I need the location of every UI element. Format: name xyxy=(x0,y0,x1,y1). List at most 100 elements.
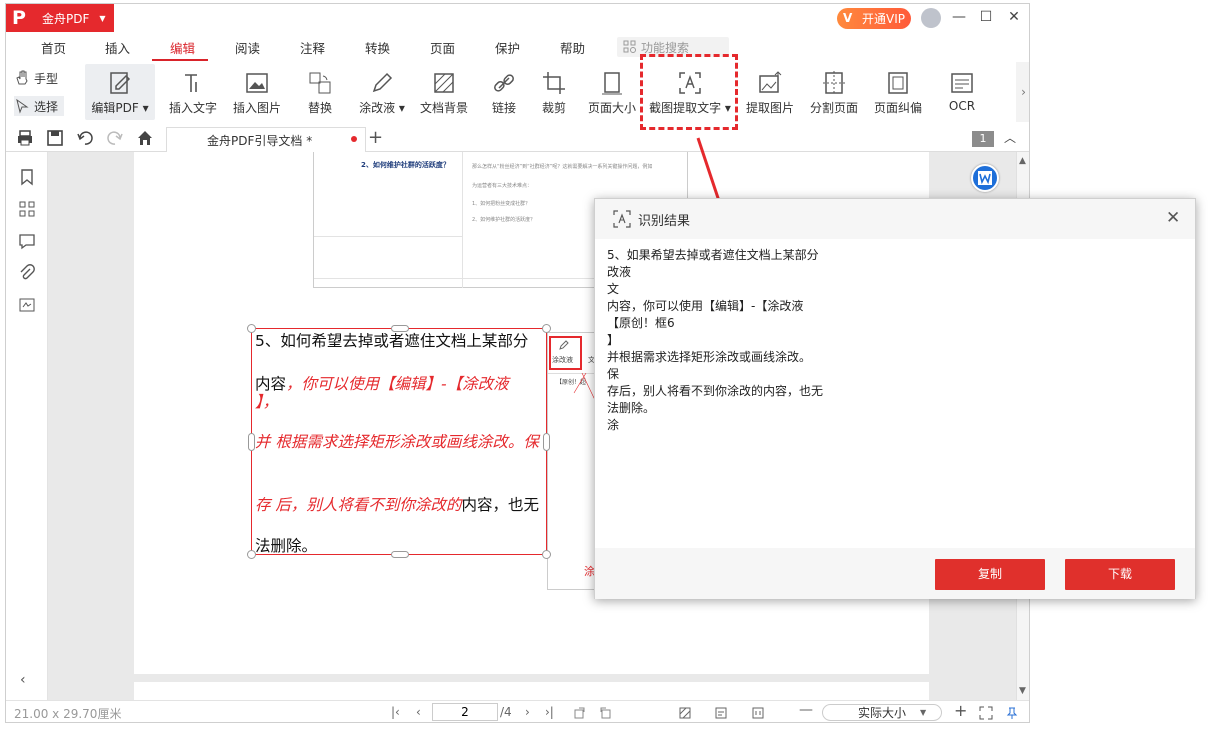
box-line-5-red: 存 后，别人将看不到你涂改的 xyxy=(255,496,462,514)
download-button[interactable]: 下载 xyxy=(1065,559,1175,590)
comment-icon[interactable] xyxy=(18,232,36,250)
deskew-button[interactable]: 页面纠偏 xyxy=(872,64,924,120)
collapse-icon[interactable]: ︿ xyxy=(1004,129,1016,146)
user-avatar-icon[interactable] xyxy=(921,8,941,28)
ocr-button[interactable]: OCR xyxy=(944,64,980,120)
last-page-icon[interactable]: ›| xyxy=(545,705,554,719)
result-line: 法删除。 xyxy=(607,401,656,415)
menu-help[interactable]: 帮助 xyxy=(560,38,585,57)
resize-handle-r[interactable] xyxy=(543,433,550,451)
result-line: 涂 xyxy=(607,418,620,432)
attachment-icon[interactable] xyxy=(18,264,36,282)
box-line-2: 内容，你可以使用【编辑】-【涂改液 xyxy=(255,372,509,394)
maximize-icon[interactable]: ☐ xyxy=(978,9,994,25)
menu-page[interactable]: 页面 xyxy=(430,38,455,57)
menu-insert[interactable]: 插入 xyxy=(105,38,130,57)
edit-pdf-button[interactable]: 编辑PDF ▾ xyxy=(85,64,155,120)
pen-icon xyxy=(372,72,393,93)
rotate-right-icon[interactable] xyxy=(598,706,612,720)
menu-read[interactable]: 阅读 xyxy=(235,38,260,57)
app-menu-button[interactable]: P 金舟PDF ▼ xyxy=(6,4,114,32)
page-size-button[interactable]: 页面大小 xyxy=(586,64,638,120)
menu-edit[interactable]: 编辑 xyxy=(170,38,195,57)
crop-icon xyxy=(543,72,565,94)
first-page-icon[interactable]: |‹ xyxy=(391,705,400,719)
print-icon[interactable] xyxy=(16,129,34,147)
resize-handle-b[interactable] xyxy=(391,551,409,558)
link-button[interactable]: 链接 xyxy=(486,64,522,120)
fullscreen-icon[interactable] xyxy=(979,706,993,720)
menu-convert[interactable]: 转换 xyxy=(365,38,390,57)
box-line-2-red: ，你可以使用【编辑】-【涂改液 xyxy=(286,375,509,393)
pin-icon[interactable] xyxy=(1005,706,1019,720)
split-page-button[interactable]: 分割页面 xyxy=(808,64,860,120)
page-size-icon xyxy=(602,72,622,95)
copy-button[interactable]: 复制 xyxy=(935,559,1045,590)
scroll-up-icon[interactable]: ▲ xyxy=(1019,156,1026,166)
dialog-close-icon[interactable]: ✕ xyxy=(1166,208,1180,228)
insert-text-button[interactable]: 插入文字 xyxy=(166,64,220,120)
embedded-para-1: 那么怎样从“粉丝经济”到“社群经济”呢？这就需要解决一系列关键操作问题，例如 xyxy=(472,164,653,170)
selected-text-box[interactable]: 5、如何希望去掉或者遮住文档上某部分 内容，你可以使用【编辑】-【涂改液 】， … xyxy=(247,324,551,559)
select-mode-button[interactable]: 选择 xyxy=(14,96,65,116)
resize-handle-bl[interactable] xyxy=(247,550,256,559)
edit-pdf-label: 编辑PDF xyxy=(91,101,139,115)
recognition-result-dialog: 识别结果 ✕ 5、如果希望去掉或者遮住文档上某部分 改液 文 内容，你可以使用【… xyxy=(594,198,1196,599)
thumbnails-icon[interactable] xyxy=(18,200,36,218)
minimize-icon[interactable]: — xyxy=(951,9,967,25)
toolbar-scroll-right-icon[interactable]: › xyxy=(1016,62,1029,122)
embedded-para-2: 为运营者有三大技术难点： xyxy=(472,183,533,189)
crop-button[interactable]: 裁剪 xyxy=(536,64,572,120)
whiteout-button[interactable]: 涂改液 ▾ xyxy=(356,64,408,120)
fit-page-icon[interactable] xyxy=(751,706,765,720)
save-icon[interactable] xyxy=(46,129,64,147)
zoom-select[interactable]: 实际大小 ▼ xyxy=(822,704,942,721)
resize-handle-br[interactable] xyxy=(542,550,551,559)
page-number-input[interactable] xyxy=(432,703,498,721)
rotate-left-icon[interactable] xyxy=(573,706,587,720)
resize-handle-tr[interactable] xyxy=(542,324,551,333)
split-page-icon xyxy=(823,71,845,95)
fill-mode-icon[interactable] xyxy=(678,706,692,720)
doc-background-label: 文档背景 xyxy=(419,101,468,115)
bookmark-icon[interactable] xyxy=(18,168,36,186)
close-icon[interactable]: ✕ xyxy=(1006,9,1022,25)
scroll-down-icon[interactable]: ▼ xyxy=(1019,686,1026,696)
zoom-in-icon[interactable]: + xyxy=(954,701,967,720)
page-dimensions: 21.00 x 29.70厘米 xyxy=(14,707,122,721)
next-page-icon[interactable]: › xyxy=(525,705,530,719)
undo-icon[interactable] xyxy=(76,129,94,147)
document-tab[interactable]: 金舟PDF引导文档 * xyxy=(166,127,366,153)
page-layout-icon[interactable] xyxy=(714,706,728,720)
replace-label: 替换 xyxy=(307,101,332,115)
extract-image-button[interactable]: 提取图片 xyxy=(744,64,796,120)
active-menu-indicator xyxy=(152,59,208,61)
insert-image-button[interactable]: 插入图片 xyxy=(230,64,284,120)
background-icon xyxy=(434,73,454,93)
title-bar: P 金舟PDF ▼ V 开通VIP — ☐ ✕ xyxy=(6,4,1029,34)
home-icon[interactable] xyxy=(136,129,154,147)
recognized-text-area[interactable]: 5、如果希望去掉或者遮住文档上某部分 改液 文 内容，你可以使用【编辑】-【涂改… xyxy=(607,247,1187,434)
sidebar-collapse-icon[interactable]: ‹ xyxy=(20,672,26,688)
result-line: 并根据需求选择矩形涂改或画线涂改。 xyxy=(607,350,812,364)
zoom-out-icon[interactable]: — xyxy=(799,702,813,718)
doc-background-button[interactable]: 文档背景 xyxy=(418,64,470,120)
vip-button[interactable]: V 开通VIP xyxy=(837,8,911,29)
menu-annotate[interactable]: 注释 xyxy=(300,38,325,57)
signature-icon[interactable] xyxy=(18,296,36,314)
word-convert-icon[interactable] xyxy=(971,164,999,192)
cursor-icon xyxy=(16,98,29,114)
resize-handle-l[interactable] xyxy=(248,433,255,451)
replace-icon xyxy=(309,72,331,94)
menu-home[interactable]: 首页 xyxy=(41,38,66,57)
prev-page-icon[interactable]: ‹ xyxy=(416,705,421,719)
hand-mode-button[interactable]: 手型 xyxy=(14,68,58,88)
edit-toolbar: 手型 选择 编辑PDF ▾ 插入文字 插入图片 替换 涂改液 ▾ 文档背景 链接… xyxy=(6,62,1029,122)
redo-icon[interactable] xyxy=(106,129,124,147)
resize-handle-t[interactable] xyxy=(391,325,409,332)
status-bar: 21.00 x 29.70厘米 |‹ ‹ /4 › ›| — 实际大小 ▼ + xyxy=(6,700,1029,722)
menu-protect[interactable]: 保护 xyxy=(495,38,520,57)
replace-button[interactable]: 替换 xyxy=(302,64,338,120)
new-tab-icon[interactable]: + xyxy=(368,127,383,148)
resize-handle-tl[interactable] xyxy=(247,324,256,333)
